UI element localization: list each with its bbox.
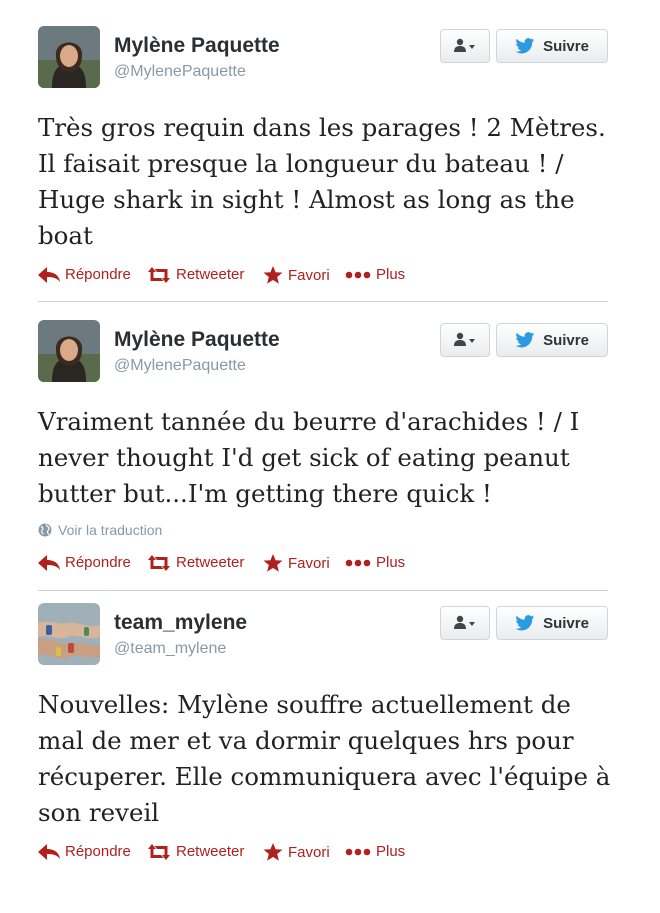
follow-button[interactable]: Suivre — [496, 29, 608, 63]
reply-action[interactable]: Répondre — [38, 266, 131, 283]
user-dropdown-icon — [454, 615, 475, 629]
translate-label: Voir la traduction — [58, 522, 163, 538]
divider — [38, 301, 608, 302]
star-icon — [263, 554, 283, 572]
tweet-header: Mylène Paquette @MylenePaquette Suivre — [38, 320, 608, 384]
tweet-header: Mylène Paquette @MylenePaquette Suivre — [38, 26, 608, 90]
tweet-text: Très gros requin dans les parages ! 2 Mè… — [38, 113, 606, 250]
reply-action[interactable]: Répondre — [38, 554, 131, 571]
more-label: Plus — [376, 843, 406, 860]
tweet: Mylène Paquette @MylenePaquette Suivre V… — [38, 320, 608, 578]
display-name[interactable]: Mylène Paquette — [114, 34, 280, 58]
user-actions-button[interactable] — [440, 29, 490, 63]
favorite-label: Favori — [288, 554, 330, 572]
more-action[interactable]: Plus — [345, 843, 405, 860]
favorite-label: Favori — [288, 843, 330, 861]
divider — [38, 590, 608, 591]
more-label: Plus — [376, 266, 406, 283]
follow-label: Suivre — [543, 331, 589, 349]
retweet-label: Retweeter — [176, 554, 245, 571]
avatar[interactable] — [38, 26, 100, 88]
reply-label: Répondre — [65, 266, 131, 283]
user-handle[interactable]: @MylenePaquette — [114, 63, 246, 81]
follow-button[interactable]: Suivre — [496, 606, 608, 640]
portrait-avatar-icon — [38, 320, 100, 382]
retweet-label: Retweeter — [176, 266, 245, 283]
user-handle[interactable]: @MylenePaquette — [114, 357, 246, 375]
twitter-bird-icon — [515, 332, 535, 348]
more-dots-icon — [345, 271, 371, 278]
tweet-actions: Répondre Retweeter Favori Plus — [38, 266, 608, 290]
tweet-header: team_mylene @team_mylene Suivre — [38, 603, 608, 667]
reply-label: Répondre — [65, 554, 131, 571]
retweet-icon — [148, 266, 170, 283]
twitter-bird-icon — [515, 615, 535, 631]
more-label: Plus — [376, 554, 406, 571]
tweet: Mylène Paquette @MylenePaquette Suivre T… — [38, 26, 608, 290]
favorite-action[interactable]: Favori — [263, 554, 330, 572]
user-dropdown-icon — [454, 332, 475, 346]
retweet-action[interactable]: Retweeter — [147, 266, 244, 283]
reply-arrow-icon — [38, 266, 60, 283]
more-dots-icon — [345, 559, 371, 566]
star-icon — [263, 266, 283, 284]
tweet: team_mylene @team_mylene Suivre Nouvelle… — [38, 603, 610, 867]
reply-label: Répondre — [65, 843, 131, 860]
tweet-actions: Répondre Retweeter Favori Plus — [38, 554, 608, 578]
hands-avatar-icon — [38, 603, 100, 665]
retweet-label: Retweeter — [176, 843, 245, 860]
avatar[interactable] — [38, 320, 100, 382]
avatar[interactable] — [38, 603, 100, 665]
more-action[interactable]: Plus — [345, 266, 405, 283]
user-actions-button[interactable] — [440, 323, 490, 357]
follow-label: Suivre — [543, 614, 589, 632]
retweet-action[interactable]: Retweeter — [147, 843, 244, 860]
tweet-text: Nouvelles: Mylène souffre actuellement d… — [38, 690, 611, 827]
user-dropdown-icon — [454, 38, 475, 52]
reply-arrow-icon — [38, 843, 60, 860]
follow-label: Suivre — [543, 37, 589, 55]
tweet-actions: Répondre Retweeter Favori Plus — [38, 843, 608, 867]
reply-action[interactable]: Répondre — [38, 843, 131, 860]
favorite-action[interactable]: Favori — [263, 843, 330, 861]
follow-button[interactable]: Suivre — [496, 323, 608, 357]
retweet-icon — [148, 554, 170, 571]
user-actions-button[interactable] — [440, 606, 490, 640]
more-dots-icon — [345, 848, 371, 855]
tweet-text: Vraiment tannée du beurre d'arachides ! … — [38, 407, 580, 508]
display-name[interactable]: Mylène Paquette — [114, 328, 280, 352]
star-icon — [263, 843, 283, 861]
translate-link[interactable]: Voir la traduction — [38, 520, 608, 540]
portrait-avatar-icon — [38, 26, 100, 88]
twitter-bird-icon — [515, 38, 535, 54]
user-handle[interactable]: @team_mylene — [114, 640, 226, 658]
more-action[interactable]: Plus — [345, 554, 405, 571]
retweet-action[interactable]: Retweeter — [147, 554, 244, 571]
favorite-action[interactable]: Favori — [263, 266, 330, 284]
retweet-icon — [148, 843, 170, 860]
globe-icon — [38, 523, 52, 537]
reply-arrow-icon — [38, 554, 60, 571]
display-name[interactable]: team_mylene — [114, 611, 247, 635]
favorite-label: Favori — [288, 266, 330, 284]
